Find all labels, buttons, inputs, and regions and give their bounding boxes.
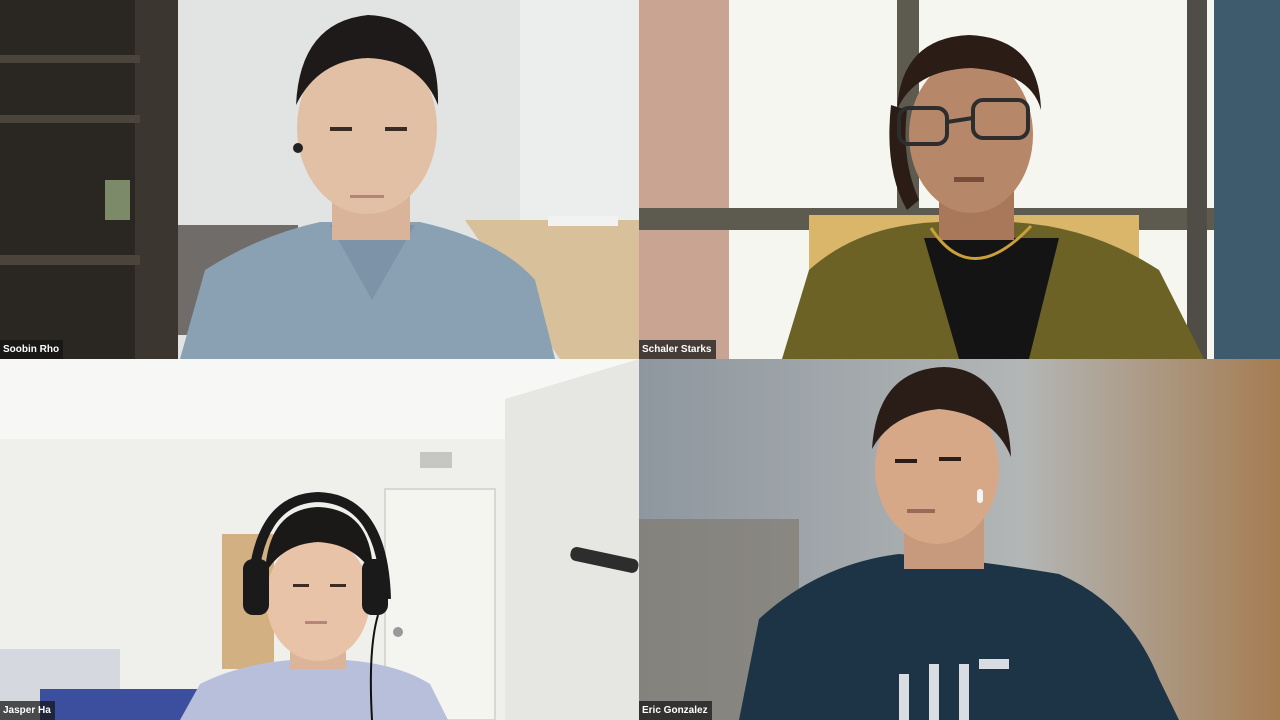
video-tile-soobin-rho[interactable]: Soobin Rho bbox=[0, 0, 639, 359]
participant-name-label: Schaler Starks bbox=[639, 340, 716, 359]
participant-name-label: Eric Gonzalez bbox=[639, 701, 712, 720]
video-tile-schaler-starks[interactable]: Schaler Starks bbox=[639, 0, 1280, 359]
video-gallery: Soobin Rho Schaler Starks Jasper Ha Eric… bbox=[0, 0, 1280, 720]
participant-name-label: Jasper Ha bbox=[0, 701, 55, 720]
video-feed-schaler-starks bbox=[639, 0, 1280, 359]
video-tile-eric-gonzalez[interactable]: Eric Gonzalez bbox=[639, 359, 1280, 720]
video-feed-soobin-rho bbox=[0, 0, 639, 359]
participant-name-label: Soobin Rho bbox=[0, 340, 64, 359]
video-tile-jasper-ha[interactable]: Jasper Ha bbox=[0, 359, 639, 720]
video-feed-jasper-ha bbox=[0, 359, 639, 720]
video-feed-eric-gonzalez bbox=[639, 359, 1280, 720]
